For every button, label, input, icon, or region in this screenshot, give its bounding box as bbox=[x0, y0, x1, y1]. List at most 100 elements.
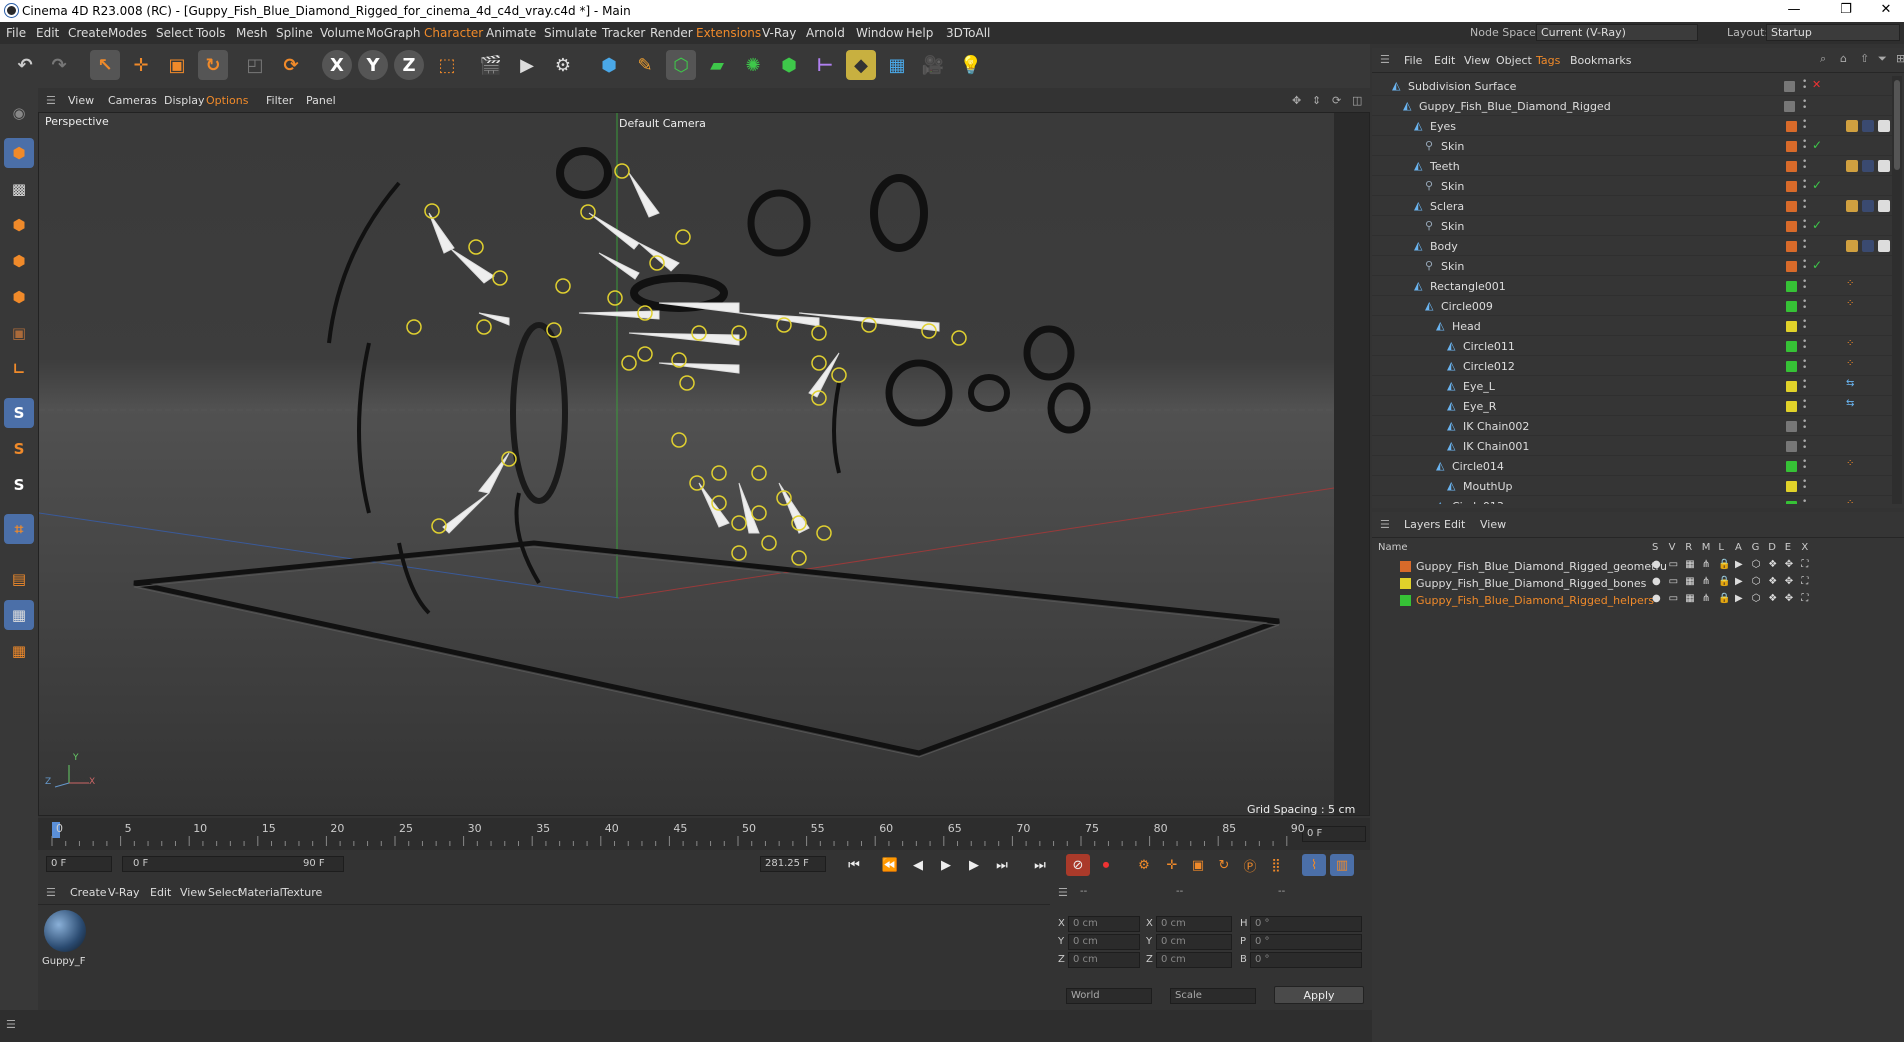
object-up-icon[interactable]: ⇧ bbox=[1860, 52, 1869, 65]
layer-row[interactable]: Guppy_Fish_Blue_Diamond_Rigged_geometru ●… bbox=[1372, 558, 1904, 575]
object-layer-color[interactable] bbox=[1786, 121, 1797, 132]
array-icon[interactable]: ⬢ bbox=[774, 50, 804, 80]
object-row[interactable]: ◭ Subdivision Surface • • ✕ bbox=[1372, 76, 1892, 96]
layer-d-toggle-icon[interactable]: ❖ bbox=[1768, 559, 1777, 570]
object-layer-color[interactable] bbox=[1786, 161, 1797, 172]
viewport-menu-filter[interactable]: Filter bbox=[266, 94, 293, 107]
object-layer-color[interactable] bbox=[1786, 261, 1797, 272]
z-axis-lock-icon[interactable]: Z bbox=[394, 50, 424, 80]
menu-help[interactable]: Help bbox=[906, 26, 933, 40]
menu-animate[interactable]: Animate bbox=[486, 26, 536, 40]
object-layer-color[interactable] bbox=[1786, 381, 1797, 392]
object-row[interactable]: ◭ Rectangle001 • • ⁘ bbox=[1372, 276, 1892, 296]
object-name[interactable]: Circle014 bbox=[1452, 460, 1504, 473]
object-layer-color[interactable] bbox=[1786, 221, 1797, 232]
layer-l-toggle-icon[interactable]: 🔒 bbox=[1718, 576, 1730, 587]
layer-r-toggle-icon[interactable]: ▦ bbox=[1685, 559, 1694, 570]
menu-window[interactable]: Window bbox=[856, 26, 903, 40]
object-name[interactable]: Circle012 bbox=[1463, 360, 1515, 373]
position-track-icon[interactable]: ✛ bbox=[1160, 854, 1184, 876]
layer-color-swatch[interactable] bbox=[1400, 578, 1411, 589]
object-layer-color[interactable] bbox=[1786, 481, 1797, 492]
menu-spline[interactable]: Spline bbox=[276, 26, 313, 40]
object-row[interactable]: ◭ IK Chain002 • • bbox=[1372, 416, 1892, 436]
disabled-x-icon[interactable]: ✕ bbox=[1812, 78, 1821, 91]
layer-r-toggle-icon[interactable]: ▦ bbox=[1685, 593, 1694, 604]
object-name[interactable]: Eyes bbox=[1430, 120, 1456, 133]
material-menu-select[interactable]: Select bbox=[208, 886, 242, 899]
menu-modes[interactable]: Modes bbox=[108, 26, 147, 40]
minimize-button[interactable]: — bbox=[1774, 2, 1814, 20]
menu-select[interactable]: Select bbox=[156, 26, 193, 40]
object-name[interactable]: Rectangle001 bbox=[1430, 280, 1506, 293]
object-layer-color[interactable] bbox=[1786, 201, 1797, 212]
object-name[interactable]: Guppy_Fish_Blue_Diamond_Rigged bbox=[1419, 100, 1611, 113]
layer-a-toggle-icon[interactable]: ▶ bbox=[1735, 559, 1743, 570]
material-tag-icon[interactable] bbox=[1846, 240, 1858, 252]
layers-hamburger-icon[interactable]: ☰ bbox=[1380, 518, 1390, 531]
object-row[interactable]: ⚲ Skin • • ✓ bbox=[1372, 216, 1892, 236]
object-visibility-dots[interactable]: •• bbox=[1802, 418, 1808, 433]
object-row[interactable]: ◭ Eye_L • • ⇆ bbox=[1372, 376, 1892, 396]
object-visibility-dots[interactable]: •• bbox=[1802, 498, 1808, 505]
layer-row[interactable]: Guppy_Fish_Blue_Diamond_Rigged_bones ● ▭ ▦ ⋔… bbox=[1372, 575, 1904, 592]
object-visibility-dots[interactable]: •• bbox=[1802, 438, 1808, 453]
extrude-generator-icon[interactable]: ▰ bbox=[702, 50, 732, 80]
layer-name[interactable]: Guppy_Fish_Blue_Diamond_Rigged_geometru bbox=[1416, 560, 1667, 573]
layer-v-toggle-icon[interactable]: ▭ bbox=[1669, 559, 1678, 570]
layer-l-toggle-icon[interactable]: 🔒 bbox=[1718, 559, 1730, 570]
object-visibility-dots[interactable]: •• bbox=[1802, 98, 1808, 113]
object-visibility-dots[interactable]: •• bbox=[1802, 218, 1808, 233]
play-icon[interactable]: ▶ bbox=[934, 854, 958, 876]
object-row[interactable]: ◭ Circle009 • • ⁘ bbox=[1372, 296, 1892, 316]
layer-l-toggle-icon[interactable]: 🔒 bbox=[1718, 593, 1730, 604]
coord-pos-x-field[interactable]: 0 cm bbox=[1068, 916, 1140, 932]
layer-color-swatch[interactable] bbox=[1400, 561, 1411, 572]
layer-d-toggle-icon[interactable]: ❖ bbox=[1768, 593, 1777, 604]
object-layer-color[interactable] bbox=[1784, 101, 1795, 112]
object-name[interactable]: IK Chain002 bbox=[1463, 420, 1529, 433]
y-axis-lock-icon[interactable]: Y bbox=[358, 50, 388, 80]
object-menu-object[interactable]: Object bbox=[1496, 54, 1532, 67]
solo-mode-icon[interactable]: S bbox=[4, 398, 34, 428]
light-object-icon[interactable]: 💡 bbox=[956, 50, 986, 80]
object-row[interactable]: ⚲ Skin • • ✓ bbox=[1372, 136, 1892, 156]
layer-m-toggle-icon[interactable]: ⋔ bbox=[1702, 593, 1710, 604]
material-menu-create[interactable]: Create bbox=[70, 886, 107, 899]
timeline-end-frame[interactable]: 0 F bbox=[1302, 826, 1366, 842]
recent-tool-icon[interactable]: ⟳ bbox=[276, 50, 306, 80]
layer-a-toggle-icon[interactable]: ▶ bbox=[1735, 593, 1743, 604]
constraint-tag-icon[interactable]: ⁘ bbox=[1846, 458, 1854, 469]
autokey-icon[interactable]: ⊘ bbox=[1066, 854, 1090, 876]
object-name[interactable]: Circle009 bbox=[1441, 300, 1493, 313]
go-to-end-icon[interactable]: ⏭ bbox=[1028, 854, 1052, 876]
object-search-icon[interactable]: ⌕ bbox=[1820, 52, 1826, 66]
texture-mode-icon[interactable]: ▩ bbox=[4, 174, 34, 204]
constraint-tag-icon[interactable]: ⁘ bbox=[1846, 278, 1854, 289]
node-space-select[interactable]: Current (V-Ray) bbox=[1536, 24, 1698, 41]
coord-pos-y-field[interactable]: 0 cm bbox=[1068, 934, 1140, 950]
object-menu-edit[interactable]: Edit bbox=[1434, 54, 1455, 67]
object-name[interactable]: IK Chain001 bbox=[1463, 440, 1529, 453]
timeline-ruler[interactable]: 0 F 0 5 10 15 20 25 30 35 40 45 50 55 60 65 70 75 80 85 90 bbox=[38, 818, 1370, 850]
layer-e-toggle-icon[interactable]: ✥ bbox=[1785, 559, 1793, 570]
uv-mode-icon[interactable]: ▣ bbox=[4, 318, 34, 348]
current-frame-field[interactable]: 0 F bbox=[46, 856, 112, 872]
menu-tools[interactable]: Tools bbox=[196, 26, 226, 40]
viewport-menu-options[interactable]: Options bbox=[206, 94, 248, 107]
menu-extensions[interactable]: Extensions bbox=[696, 26, 761, 40]
object-visibility-dots[interactable]: •• bbox=[1802, 238, 1808, 253]
edges-mode-icon[interactable]: ⬢ bbox=[4, 246, 34, 276]
object-row[interactable]: ◭ IK Chain001 • • bbox=[1372, 436, 1892, 456]
object-name[interactable]: Skin bbox=[1441, 220, 1464, 233]
object-filter-icon[interactable]: ⏷ bbox=[1878, 52, 1887, 66]
layer-g-toggle-icon[interactable]: ⬡ bbox=[1752, 593, 1761, 604]
fps-field[interactable]: 281.25 F bbox=[760, 856, 826, 872]
coord-mode-select[interactable]: World bbox=[1066, 988, 1152, 1004]
object-visibility-dots[interactable]: •• bbox=[1802, 398, 1808, 413]
object-layer-color[interactable] bbox=[1786, 141, 1797, 152]
object-visibility-dots[interactable]: •• bbox=[1802, 178, 1808, 193]
object-visibility-dots[interactable]: •• bbox=[1802, 278, 1808, 293]
camera-object-icon[interactable]: 🎥 bbox=[918, 50, 948, 80]
coord-rot-b-field[interactable]: 0 ° bbox=[1250, 952, 1362, 968]
